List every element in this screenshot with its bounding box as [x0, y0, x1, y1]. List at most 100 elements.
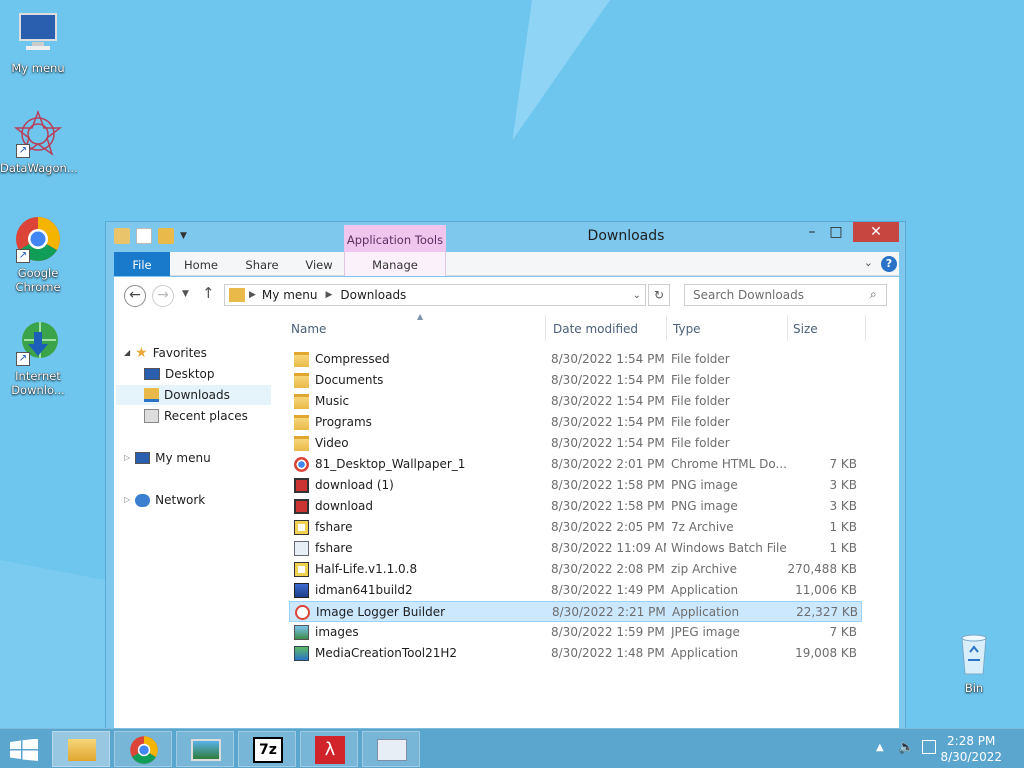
file-row[interactable]: download (1) 8/30/2022 1:58 PM PNG image 3 … [289, 475, 862, 496]
up-arrow-icon[interactable]: ↑ [202, 284, 215, 302]
file-row[interactable]: download 8/30/2022 1:58 PM PNG image 3 KB [289, 496, 862, 517]
forward-button[interactable]: → [152, 285, 174, 307]
search-input[interactable]: Search Downloads [684, 284, 887, 306]
file-row[interactable]: idman641build2 8/30/2022 1:49 PM Applicati… [289, 580, 862, 601]
tab-view[interactable]: View [294, 252, 344, 276]
application-tools-context-tab: Application Tools [344, 225, 446, 252]
chevron-down-icon[interactable]: ▼ [180, 231, 187, 241]
downloads-folder-icon [144, 388, 159, 402]
breadcrumb-downloads[interactable]: Downloads [340, 288, 406, 302]
column-header-name[interactable]: Name [291, 315, 531, 343]
file-row[interactable]: Documents 8/30/2022 1:54 PM File folder [289, 370, 862, 391]
tab-file[interactable]: File [114, 252, 170, 276]
installer-icon [294, 583, 309, 598]
desktop-icon-datawagon[interactable]: ↗ DataWagon... [0, 109, 78, 175]
file-size: 7 KB [829, 457, 857, 471]
nav-downloads[interactable]: Downloads [116, 385, 271, 405]
back-button[interactable]: ← [124, 285, 146, 307]
nav-network[interactable]: ▷ Network [124, 490, 205, 510]
taskbar-chrome[interactable] [114, 731, 172, 767]
network-icon [135, 493, 151, 507]
desktop-icon-my-menu[interactable]: My menu [0, 10, 76, 75]
folder-icon[interactable] [114, 228, 130, 244]
expand-ribbon-icon[interactable]: ⌄ [864, 256, 873, 269]
file-type: Application [671, 583, 739, 597]
taskbar-photos[interactable] [176, 731, 234, 767]
file-row[interactable]: images 8/30/2022 1:59 PM JPEG image 7 KB [289, 622, 862, 643]
file-row[interactable]: Programs 8/30/2022 1:54 PM File folder [289, 412, 862, 433]
breadcrumb-my-menu[interactable]: My menu [262, 288, 318, 302]
file-row[interactable]: 81_Desktop_Wallpaper_1 8/30/2022 2:01 PM C… [289, 454, 862, 475]
expand-arrow-icon[interactable]: ▷ [124, 490, 130, 510]
network-status-icon[interactable] [922, 740, 936, 754]
file-type: File folder [671, 373, 730, 387]
expand-arrow-icon[interactable]: ▷ [124, 448, 130, 468]
shortcut-arrow-icon: ↗ [16, 352, 30, 366]
minimize-button[interactable]: – [799, 222, 825, 242]
help-icon[interactable]: ? [881, 256, 897, 272]
nav-label: Favorites [152, 346, 207, 360]
file-date-modified: 8/30/2022 1:49 PM [551, 583, 665, 597]
file-row[interactable]: MediaCreationTool21H2 8/30/2022 1:48 PM Ap… [289, 643, 862, 664]
desktop-icon-internet-download[interactable]: ↗ Internet Downlo... [0, 318, 76, 397]
clock-time: 2:28 PM [947, 734, 996, 748]
folder-icon [294, 352, 309, 367]
file-row[interactable]: fshare 8/30/2022 2:05 PM 7z Archive 1 KB [289, 517, 862, 538]
folder-icon [294, 436, 309, 451]
shortcut-arrow-icon: ↗ [16, 249, 30, 263]
column-header-size[interactable]: Size [793, 315, 863, 343]
recent-locations-icon[interactable]: ▼ [182, 289, 189, 299]
file-row[interactable]: Image Logger Builder 8/30/2022 2:21 PM App… [289, 601, 862, 622]
file-row[interactable]: fshare 8/30/2022 11:09 AM Windows Batch Fi… [289, 538, 862, 559]
nav-favorites[interactable]: ◢ ★ Favorites [124, 343, 207, 363]
file-row[interactable]: Video 8/30/2022 1:54 PM File folder [289, 433, 862, 454]
search-icon[interactable]: ⌕ [870, 287, 877, 302]
chrome-icon [294, 457, 309, 472]
address-bar-row: ← → ▼ ↑ ▶ My menu ▶ Downloads ⌄ ↻ Search… [114, 277, 899, 311]
folder-icon [294, 373, 309, 388]
address-box[interactable]: ▶ My menu ▶ Downloads ⌄ [224, 284, 646, 306]
tab-home[interactable]: Home [176, 252, 226, 276]
nav-my-menu[interactable]: ▷ My menu [124, 448, 211, 468]
taskbar-file-explorer[interactable] [52, 731, 110, 767]
close-button[interactable]: ✕ [853, 222, 899, 242]
tab-manage[interactable]: Manage [344, 252, 446, 276]
volume-muted-icon[interactable]: 🔈 [898, 740, 914, 755]
column-header-type[interactable]: Type [673, 315, 783, 343]
file-row[interactable]: Half-Life.v1.1.0.8 8/30/2022 2:08 PM zip A… [289, 559, 862, 580]
file-date-modified: 8/30/2022 1:54 PM [551, 394, 665, 408]
column-header-date[interactable]: Date modified [553, 315, 663, 343]
taskbar-7zip[interactable]: 7z [238, 731, 296, 767]
file-size: 22,327 KB [796, 605, 858, 619]
window-titlebar[interactable]: ▼ Application Tools Downloads – □ ✕ [106, 222, 905, 252]
properties-icon[interactable] [136, 228, 152, 244]
taskbar-task-manager[interactable] [362, 731, 420, 767]
refresh-icon[interactable]: ↻ [648, 284, 670, 306]
file-row[interactable]: Compressed 8/30/2022 1:54 PM File folder [289, 349, 862, 370]
file-size: 270,488 KB [787, 562, 857, 576]
show-hidden-icons-icon[interactable]: ▲ [876, 742, 884, 753]
file-size: 19,008 KB [795, 646, 857, 660]
system-clock[interactable]: 2:28 PM 8/30/2022 [940, 733, 1002, 765]
file-type: File folder [671, 436, 730, 450]
navigation-pane: ◢ ★ Favorites Desktop Downloads Recent p… [114, 315, 274, 732]
expand-arrow-icon[interactable]: ◢ [124, 343, 130, 363]
chevron-down-icon[interactable]: ⌄ [633, 290, 641, 301]
file-name: download (1) [315, 478, 394, 492]
file-date-modified: 8/30/2022 2:21 PM [552, 605, 666, 619]
file-date-modified: 8/30/2022 2:01 PM [551, 457, 665, 471]
file-row[interactable]: Music 8/30/2022 1:54 PM File folder [289, 391, 862, 412]
maximize-button[interactable]: □ [823, 222, 849, 242]
file-date-modified: 8/30/2022 1:54 PM [551, 436, 665, 450]
file-name: idman641build2 [315, 583, 413, 597]
file-type: Windows Batch File [671, 541, 786, 555]
folder-icon [294, 415, 309, 430]
taskbar-half-life[interactable]: λ [300, 731, 358, 767]
desktop-icon-google-chrome[interactable]: ↗ Google Chrome [0, 215, 76, 294]
nav-desktop[interactable]: Desktop [144, 364, 215, 384]
tab-share[interactable]: Share [234, 252, 290, 276]
desktop-icon-recycle-bin[interactable]: Bin [936, 630, 1012, 695]
new-folder-icon[interactable] [158, 228, 174, 244]
start-button[interactable] [10, 738, 38, 761]
nav-recent-places[interactable]: Recent places [144, 406, 248, 426]
